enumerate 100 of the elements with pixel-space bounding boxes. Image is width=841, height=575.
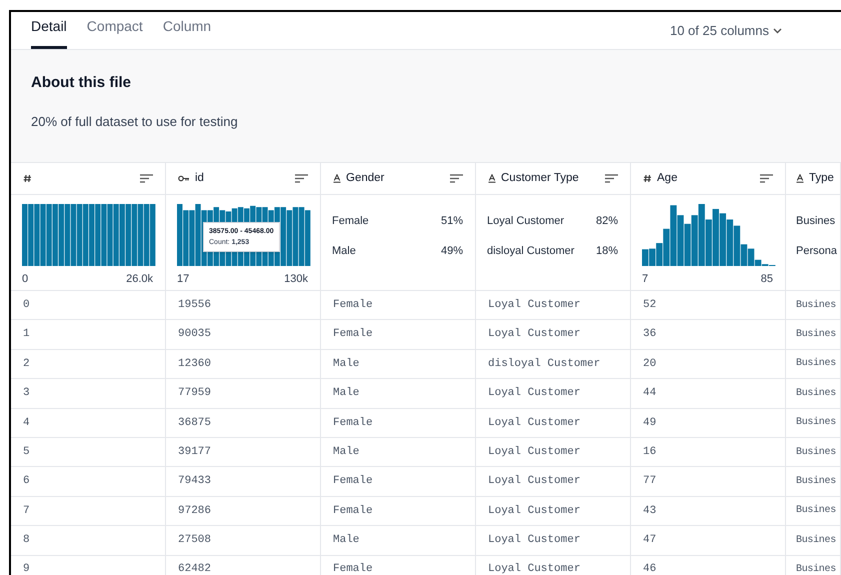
category-share: 18% [596,244,618,258]
table-cell-text: Loyal Customer [488,386,580,402]
tab[interactable]: Column [162,12,212,49]
table-cell-text: 4 [23,416,30,430]
table-cell-text: 3 [23,386,30,402]
hash-icon [643,174,652,183]
tab[interactable]: Compact [86,12,143,49]
table-cell-text: 5 [23,444,30,460]
table-cell-text: Busines [796,534,836,548]
table-cell-text: Busines [796,504,836,518]
table-cell-text: 7 [23,504,30,519]
column-header[interactable]: Gender [321,163,476,194]
axis-max-label: 85 [760,272,773,287]
sort-icon[interactable] [450,174,463,183]
table-cell-text: Loyal Customer [488,444,580,460]
column-header[interactable]: Type [786,163,841,194]
table-cell-text: Busines [796,386,836,401]
table-cell-text: Busines [796,446,836,460]
table-cell-text: 77 [643,474,656,490]
column-header[interactable]: id [166,163,321,194]
table-cell-text: 6 [23,474,30,490]
table-cell-text: Female [333,474,373,490]
table-cell-text: Female [333,562,373,575]
table-cell-text: 90035 [178,327,212,342]
table-cell-text: Loyal Customer [488,416,580,430]
axis-min-label: 7 [642,272,648,287]
column-name: Gender [346,170,384,186]
sort-icon[interactable] [605,174,618,183]
table-cell-text: 20 [643,356,656,372]
category-share: 82% [596,214,618,229]
table-cell-text: Loyal Customer [488,298,580,313]
table-cell-text: Female [333,416,373,430]
text-type-icon [488,174,496,183]
hash-icon [23,174,32,183]
table-cell-text: 97286 [178,504,212,519]
table-cell-text: 9 [23,562,30,575]
axis-min-label: 0 [22,272,28,287]
table-cell-text: 36 [643,327,656,342]
table-cell-text: Busines [796,356,836,372]
column-name: Age [657,170,678,186]
table-cell-text: Female [333,327,373,342]
table-cell-text: 12360 [178,356,212,372]
category-label: Busines [796,214,836,229]
table-cell-text: Loyal Customer [488,533,580,548]
category-share: 51% [440,214,463,229]
axis-max-label: 26.0k [126,272,153,287]
table-cell-text: 27508 [178,533,212,548]
table-cell-text: 52 [643,298,656,313]
category-label: Loyal Customer [487,214,564,229]
table-cell-text: 16 [643,444,656,460]
table-cell-text: Busines [796,298,836,313]
table-cell-text: Male [333,444,360,460]
category-label: disloyal Customer [487,244,574,258]
table-cell-text: Male [333,356,360,372]
table-cell-text: 19556 [178,298,212,313]
section-title: About this file [31,73,131,93]
column-count: 10 of 25 columns [670,22,769,40]
table-cell-text: Busines [796,474,836,490]
table-cell-text: Female [333,298,373,313]
column-header[interactable]: Customer Type [476,163,631,194]
table-cell-text: 77959 [178,386,212,402]
table-cell-text: 46 [643,562,656,575]
category-label: Male [332,244,356,258]
table-cell-text: Female [333,504,373,519]
table-cell-text: 43 [643,504,656,519]
table-cell-text: 44 [643,386,656,402]
text-type-icon [333,174,341,183]
sort-icon[interactable] [760,174,773,183]
sort-icon[interactable] [295,174,308,183]
table-cell-text: 36875 [178,416,212,430]
table-cell-text: Busines [796,416,836,430]
column-name: Customer Type [501,170,579,186]
key-icon [178,175,190,182]
chevron-down-icon[interactable] [773,28,782,34]
file-description: 20% of full dataset to use for testing [31,112,238,131]
sort-icon[interactable] [140,174,153,183]
category-share: 49% [440,244,463,258]
category-label: Persona [796,244,837,258]
table-cell-text: 8 [23,533,30,548]
table-cell-text: Male [333,533,360,548]
axis-min-label: 17 [177,272,190,287]
table-cell-text: Male [333,386,360,402]
table-cell-text: Loyal Customer [488,504,580,519]
table-cell-text: Loyal Customer [488,562,580,575]
table-cell-text: disloyal Customer [488,356,600,372]
table-cell-text: 2 [23,356,30,372]
table-cell-text: Loyal Customer [488,474,580,490]
table-cell-text: 39177 [178,444,212,460]
table-cell-text: 0 [23,298,30,313]
category-label: Female [332,214,369,229]
column-name: Type [809,170,834,186]
column-header[interactable]: Age [631,163,786,194]
table-cell-text: 62482 [178,562,212,575]
axis-max-label: 130k [284,272,308,287]
table-cell-text: 49 [643,416,656,430]
table-cell-text: Busines [796,562,836,575]
table-cell-text: 47 [643,533,656,548]
column-name: id [195,170,204,186]
table-cell-text: Busines [796,328,836,342]
table-cell-text: 79433 [178,474,212,490]
